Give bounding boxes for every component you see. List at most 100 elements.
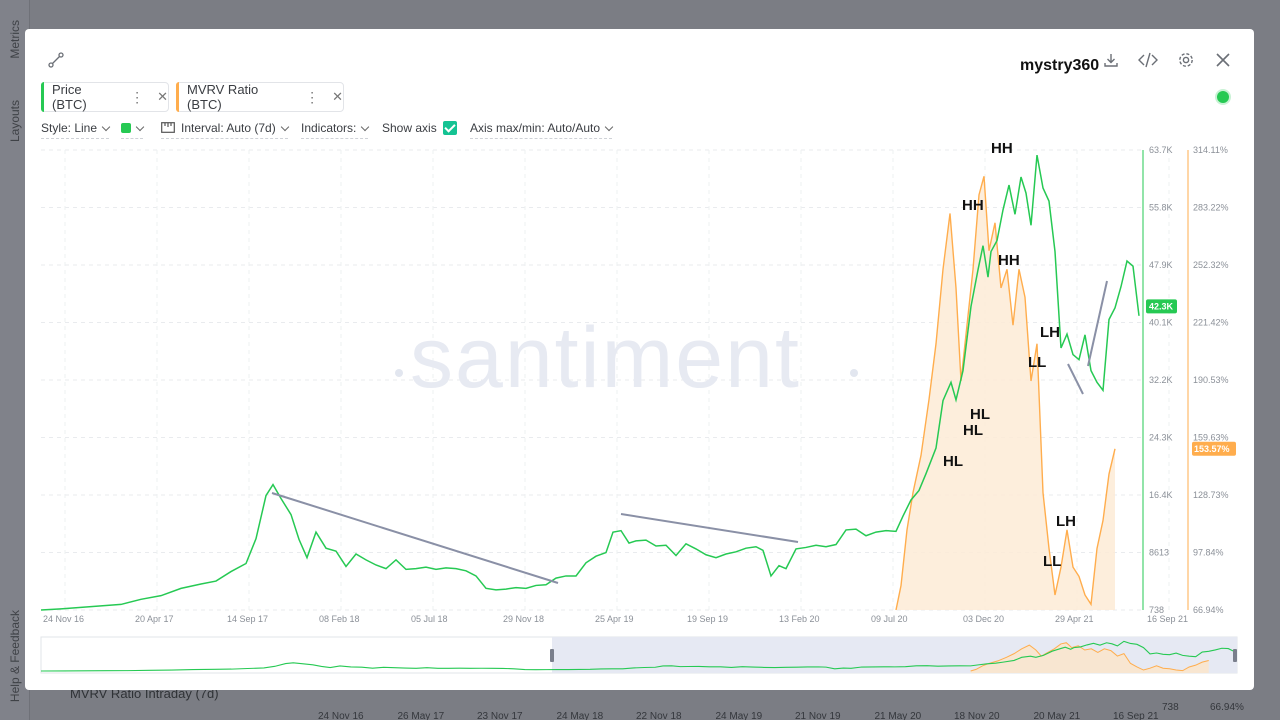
- x-axis-tick-label: 03 Dec 20: [963, 614, 1004, 624]
- mvrv-axis-tick-label: 66.94%: [1193, 605, 1224, 615]
- background-axis-date: 20 May 21: [1033, 711, 1081, 720]
- navigator-handle-left: [550, 649, 554, 662]
- trend-line: [271, 492, 559, 584]
- chart-annotation-label: LL: [1043, 553, 1061, 570]
- x-axis-tick-label: 24 Nov 16: [43, 614, 84, 624]
- background-axis-date: 21 Nov 19: [795, 711, 841, 720]
- metric-chip-label: MVRV Ratio (BTC): [187, 82, 259, 112]
- live-status-indicator: [1217, 91, 1229, 103]
- navigator-selection: [552, 637, 1237, 673]
- chart-annotation-label: HL: [963, 422, 983, 439]
- metric-color-bar: [41, 82, 44, 112]
- color-dropdown[interactable]: [121, 121, 145, 139]
- x-axis-tick-label: 08 Feb 18: [319, 614, 360, 624]
- navigator-mvrv-area: [970, 642, 1209, 673]
- background-axis-value: 738: [1162, 702, 1179, 713]
- mvrv-axis-tick-label: 190.53%: [1193, 375, 1229, 385]
- x-axis-tick-label: 29 Apr 21: [1055, 614, 1094, 624]
- metric-chip-mvrv[interactable]: MVRV Ratio (BTC) ⋮ ✕: [176, 82, 344, 112]
- user-watermark: mystry360: [1020, 57, 1100, 74]
- x-axis-tick-label: 19 Sep 19: [687, 614, 728, 624]
- metric-chip-price[interactable]: Price (BTC) ⋮ ✕: [41, 82, 169, 112]
- mvrv-series-line: [895, 176, 1116, 611]
- background-axis-date: 24 May 19: [715, 711, 763, 720]
- mvrv-axis-tick-label: 221.42%: [1193, 318, 1229, 328]
- background-axis-date: 18 Nov 20: [954, 711, 1000, 720]
- more-options-icon[interactable]: ⋮: [305, 89, 319, 106]
- chevron-down-icon: [101, 122, 111, 132]
- checkbox-checked-icon[interactable]: [442, 121, 457, 135]
- current-price-label: 42.3K: [1149, 301, 1174, 311]
- more-options-icon[interactable]: ⋮: [130, 89, 144, 106]
- price-axis-tick-label: 63.7K: [1149, 145, 1173, 155]
- chevron-down-icon: [280, 122, 289, 132]
- price-axis-tick-label: 40.1K: [1149, 318, 1173, 328]
- watermark-dot: [395, 369, 403, 377]
- santiment-watermark: santiment: [410, 310, 801, 406]
- indicators-dropdown[interactable]: Indicators:: [301, 121, 370, 139]
- interval-ruler-icon: [161, 122, 175, 133]
- x-axis-tick-label: 29 Nov 18: [503, 614, 544, 624]
- chart-annotation-label: LH: [1056, 513, 1076, 530]
- chart-annotation-label: HH: [991, 140, 1013, 157]
- mvrv-area: [896, 176, 1115, 611]
- download-icon[interactable]: [1102, 51, 1120, 69]
- remove-metric-icon[interactable]: ✕: [332, 89, 343, 105]
- color-swatch-icon: [121, 123, 131, 133]
- x-axis-tick-label: 16 Sep 21: [1147, 614, 1188, 624]
- watermark-dot: [850, 369, 858, 377]
- metric-color-bar: [176, 82, 179, 112]
- settings-icon[interactable]: [1176, 50, 1196, 70]
- navigator-handle-right: [1233, 649, 1237, 662]
- close-icon[interactable]: [1213, 50, 1233, 70]
- embed-code-icon[interactable]: [1138, 51, 1158, 69]
- style-dropdown[interactable]: Style: Line: [41, 121, 111, 139]
- price-axis-tick-label: 8613: [1149, 548, 1169, 558]
- background-axis-value: 66.94%: [1210, 702, 1244, 713]
- chevron-down-icon: [361, 122, 370, 132]
- background-axis-date: 26 May 17: [397, 711, 445, 720]
- current-price-badge: [1146, 299, 1177, 314]
- mvrv-axis-tick-label: 252.32%: [1193, 260, 1229, 270]
- sidebar-tab-metrics[interactable]: Metrics: [8, 20, 22, 59]
- sidebar-tab-layouts[interactable]: Layouts: [8, 100, 22, 142]
- trend-line: [1087, 280, 1108, 367]
- current-mvrv-badge: [1192, 441, 1236, 456]
- background-axis-date: 16 Sep 21: [1113, 711, 1159, 720]
- chart-annotation-label: HL: [970, 406, 990, 423]
- price-axis-tick-label: 55.8K: [1149, 203, 1173, 213]
- mvrv-axis-tick-label: 97.84%: [1193, 548, 1224, 558]
- x-axis-tick-label: 20 Apr 17: [135, 614, 174, 624]
- interval-dropdown[interactable]: Interval: Auto (7d): [161, 121, 289, 139]
- mvrv-axis-tick-label: 314.11%: [1193, 145, 1228, 155]
- price-axis-tick-label: 47.9K: [1149, 260, 1173, 270]
- price-axis-tick-label: 16.4K: [1149, 490, 1173, 500]
- chevron-down-icon: [135, 122, 145, 132]
- navigator-price-line: [40, 640, 1236, 672]
- x-axis-tick-label: 09 Jul 20: [871, 614, 908, 624]
- x-axis-tick-label: 14 Sep 17: [227, 614, 268, 624]
- trend-line: [1067, 363, 1084, 395]
- remove-metric-icon[interactable]: ✕: [157, 89, 168, 105]
- metric-chip-label: Price (BTC): [52, 82, 87, 112]
- price-axis-tick-label: 738: [1149, 605, 1164, 615]
- chart-annotation-label: HH: [962, 197, 984, 214]
- mvrv-axis-tick-label: 128.73%: [1193, 490, 1229, 500]
- navigator-frame: [40, 636, 1238, 674]
- axis-maxmin-dropdown[interactable]: Axis max/min: Auto/Auto: [470, 121, 614, 139]
- background-axis-date: 24 Nov 16: [318, 711, 364, 720]
- show-axis-toggle[interactable]: Show axis: [382, 121, 457, 138]
- background-axis-date: 22 Nov 18: [636, 711, 682, 720]
- background-axis-date: 24 May 18: [556, 711, 604, 720]
- x-axis-tick-label: 05 Jul 18: [411, 614, 448, 624]
- help-feedback-label[interactable]: Help & Feedback: [8, 610, 22, 702]
- x-axis-tick-label: 13 Feb 20: [779, 614, 820, 624]
- chevron-down-icon: [604, 122, 614, 132]
- mvrv-axis-tick-label: 159.63%: [1193, 433, 1229, 443]
- chart-annotation-label: LH: [1040, 324, 1060, 341]
- chart-modal: mystry360 Price (BTC) ⋮ ✕ MVRV Ratio (BT…: [25, 29, 1254, 690]
- navigator-mvrv-line: [970, 642, 1209, 672]
- price-series-line: [40, 154, 1140, 611]
- share-icon[interactable]: [47, 51, 65, 69]
- current-mvrv-label: 153.57%: [1194, 444, 1230, 454]
